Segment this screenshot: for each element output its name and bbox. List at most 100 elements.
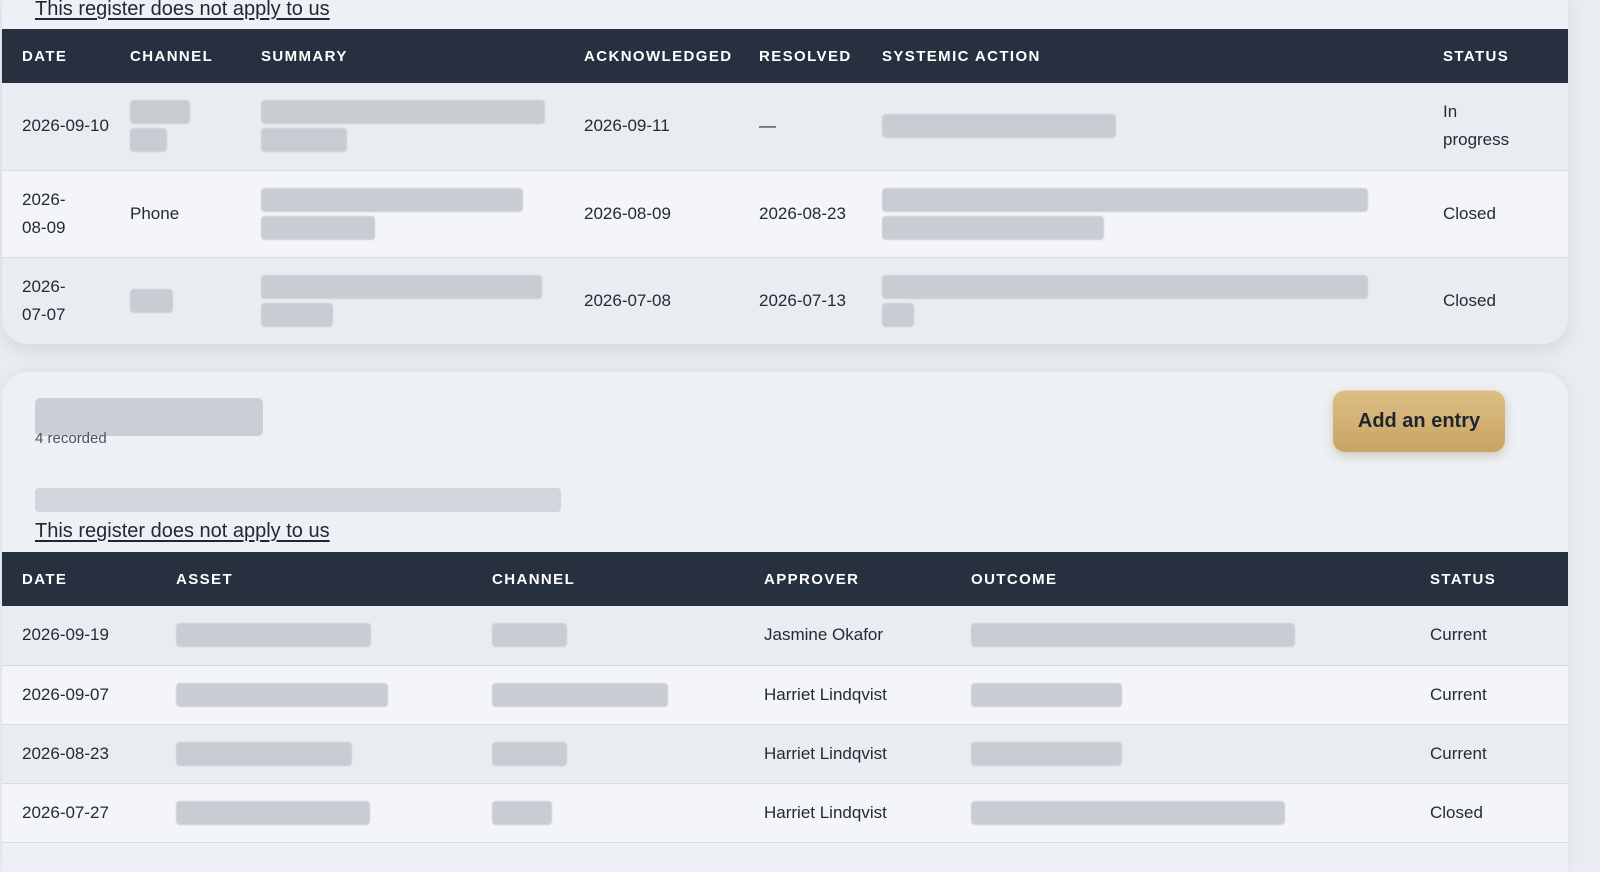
cell-channel	[110, 83, 241, 170]
redacted-block	[261, 215, 375, 240]
cell-channel	[472, 783, 744, 842]
cell-asset	[156, 606, 472, 665]
cell-status: Current	[1430, 625, 1487, 645]
table-row[interactable]: 2026-07-07 2026-07-08 2026-07-13 Closed	[2, 257, 1568, 344]
cell-systemic-action	[862, 257, 1423, 344]
cell-status: Closed	[1430, 802, 1483, 822]
cell-acknowledged: 2026-08-09	[584, 203, 671, 223]
add-entry-button[interactable]: Add an entry	[1333, 390, 1505, 452]
redacted-block	[130, 128, 167, 153]
col-header-date[interactable]: DATE	[2, 552, 156, 606]
cell-channel	[472, 606, 744, 665]
register-card-2: 4 recorded Add an entry This register do…	[2, 372, 1568, 872]
cell-summary	[241, 170, 564, 257]
col-header-channel[interactable]: CHANNEL	[110, 29, 241, 83]
table-row[interactable]: 2026-07-27 Harriet Lindqvist Closed	[2, 783, 1568, 842]
cell-acknowledged: 2026-09-11	[584, 116, 670, 136]
cell-asset	[156, 783, 472, 842]
redacted-block	[492, 800, 552, 825]
cell-date: 2026-09-10	[22, 116, 109, 136]
table-row[interactable]: 2026-08-09 Phone 2026-08-09 2026-08-23 C…	[2, 170, 1568, 257]
cell-status: Current	[1430, 684, 1487, 704]
redacted-block	[261, 302, 333, 327]
cell-approver: Harriet Lindqvist	[764, 802, 887, 822]
redacted-block	[261, 128, 347, 153]
col-header-status[interactable]: STATUS	[1410, 552, 1568, 606]
table-row[interactable]: 2026-08-23 Harriet Lindqvist Current	[2, 724, 1568, 783]
col-header-asset[interactable]: ASSET	[156, 552, 472, 606]
cell-date: 2026-07-07	[22, 276, 66, 324]
register-card-1: This register does not apply to us DATE …	[2, 0, 1568, 344]
cell-date: 2026-07-27	[22, 802, 109, 822]
redacted-block	[176, 623, 371, 648]
cell-outcome	[951, 783, 1410, 842]
redacted-block	[882, 302, 914, 327]
col-header-acknowledged[interactable]: ACKNOWLEDGED	[564, 29, 739, 83]
cell-status: In progress	[1443, 102, 1510, 150]
cell-status: Closed	[1443, 203, 1496, 223]
redacted-block	[882, 114, 1116, 139]
cell-asset	[156, 724, 472, 783]
cell-resolved: 2026-08-23	[759, 203, 846, 223]
cell-date: 2026-09-07	[22, 684, 109, 704]
cell-resolved: 2026-07-13	[759, 290, 846, 310]
table-row[interactable]: 2026-09-19 Jasmine Okafor Current	[2, 606, 1568, 665]
not-applicable-link[interactable]: This register does not apply to us	[35, 0, 330, 21]
redacted-block	[261, 187, 523, 212]
table-row[interactable]: 2026-09-07 Harriet Lindqvist Current	[2, 665, 1568, 724]
redacted-block	[176, 800, 370, 825]
cell-outcome	[951, 665, 1410, 724]
redacted-block	[971, 623, 1295, 648]
redacted-block	[971, 800, 1285, 825]
col-header-outcome[interactable]: OUTCOME	[951, 552, 1410, 606]
redacted-block	[261, 100, 545, 125]
cell-date: 2026-09-19	[22, 625, 109, 645]
cell-outcome	[951, 606, 1410, 665]
redacted-block	[971, 741, 1122, 766]
register-table-1: DATE CHANNEL SUMMARY ACKNOWLEDGED RESOLV…	[2, 29, 1568, 344]
cell-resolved: —	[759, 116, 776, 136]
redacted-block	[971, 682, 1122, 707]
cell-outcome	[951, 724, 1410, 783]
cell-systemic-action	[862, 83, 1423, 170]
redacted-block	[261, 274, 542, 299]
redacted-block	[176, 682, 388, 707]
not-applicable-link[interactable]: This register does not apply to us	[35, 520, 330, 543]
cell-channel	[472, 665, 744, 724]
cell-acknowledged: 2026-07-08	[584, 290, 671, 310]
redacted-block	[492, 682, 668, 707]
cell-channel	[472, 724, 744, 783]
col-header-summary[interactable]: SUMMARY	[241, 29, 564, 83]
col-header-approver[interactable]: APPROVER	[744, 552, 951, 606]
table-header-row: DATE CHANNEL SUMMARY ACKNOWLEDGED RESOLV…	[2, 29, 1568, 83]
col-header-date[interactable]: DATE	[2, 29, 110, 83]
redacted-block	[130, 288, 173, 313]
cell-status: Current	[1430, 743, 1487, 763]
redacted-block	[882, 215, 1104, 240]
redacted-register-description	[35, 488, 561, 512]
cell-date: 2026-08-09	[22, 189, 66, 237]
cell-channel: Phone	[130, 203, 180, 223]
cell-systemic-action	[862, 170, 1423, 257]
record-count: 4 recorded	[35, 430, 107, 447]
col-header-channel[interactable]: CHANNEL	[472, 552, 744, 606]
cell-summary	[241, 83, 564, 170]
col-header-resolved[interactable]: RESOLVED	[739, 29, 862, 83]
cell-approver: Harriet Lindqvist	[764, 684, 887, 704]
col-header-status[interactable]: STATUS	[1423, 29, 1568, 83]
cell-channel	[110, 257, 241, 344]
redacted-block	[130, 100, 190, 125]
cell-asset	[156, 665, 472, 724]
cell-summary	[241, 257, 564, 344]
cell-approver: Harriet Lindqvist	[764, 743, 887, 763]
col-header-systemic-action[interactable]: SYSTEMIC ACTION	[862, 29, 1423, 83]
cell-status: Closed	[1443, 290, 1496, 310]
table-header-row: DATE ASSET CHANNEL APPROVER OUTCOME STAT…	[2, 552, 1568, 606]
redacted-block	[176, 741, 352, 766]
redacted-block	[882, 187, 1368, 212]
table-row[interactable]: 2026-09-10 2026-09-11 — In progress	[2, 83, 1568, 170]
redacted-block	[882, 274, 1368, 299]
register-table-2: DATE ASSET CHANNEL APPROVER OUTCOME STAT…	[2, 552, 1568, 843]
redacted-block	[492, 741, 567, 766]
cell-approver: Jasmine Okafor	[764, 625, 884, 645]
